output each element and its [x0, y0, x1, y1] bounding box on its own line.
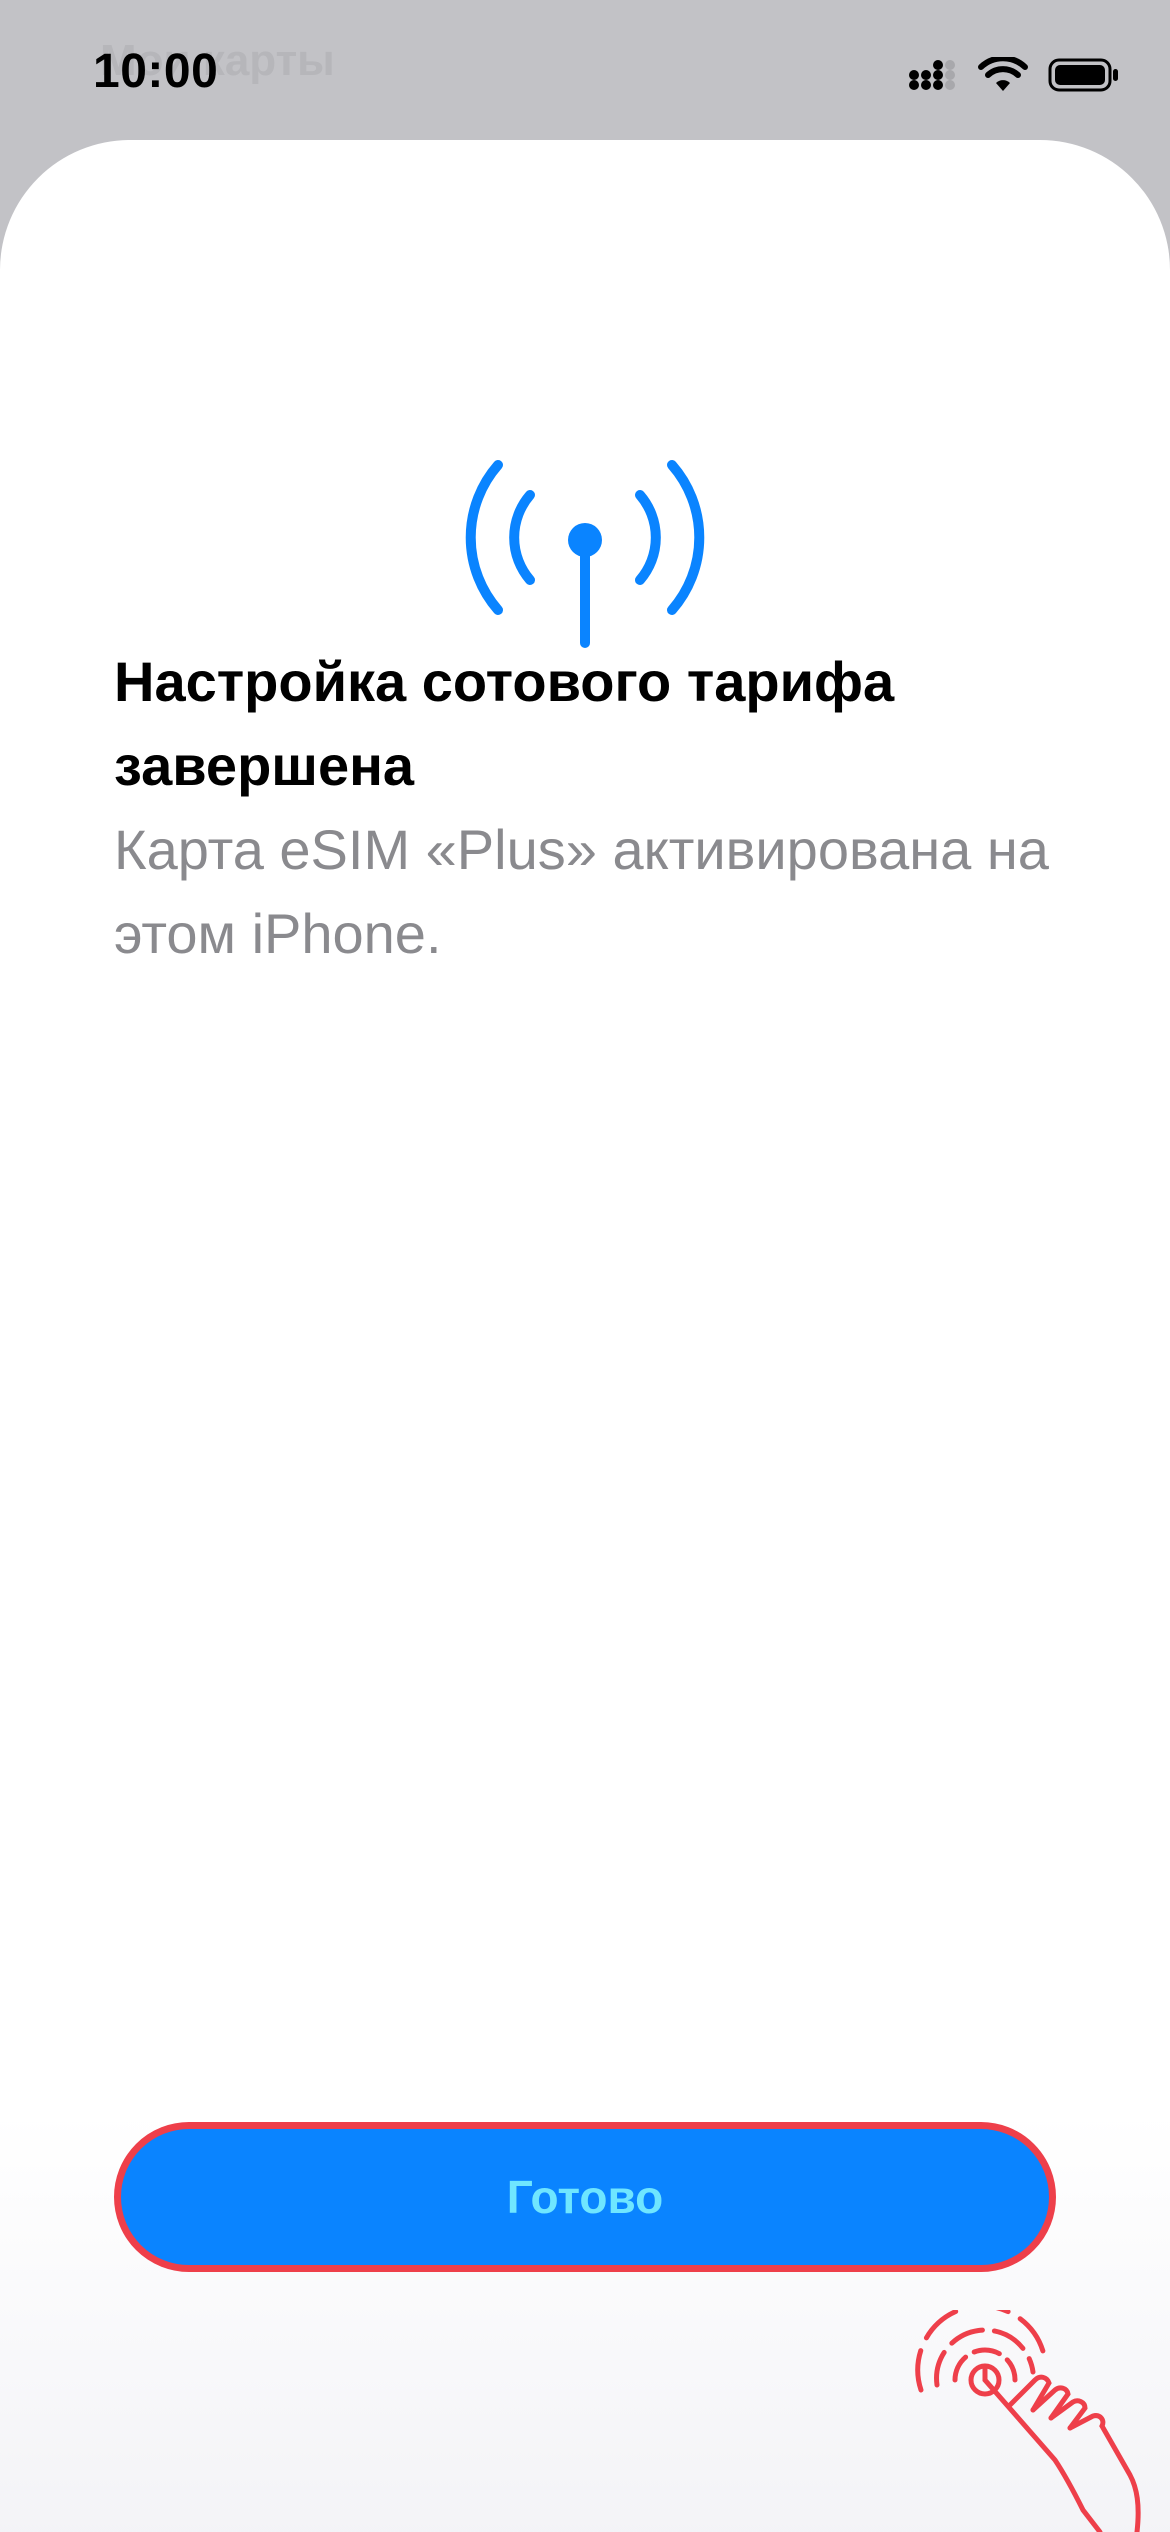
page-title: Настройка сотового тарифа завершена	[114, 650, 895, 797]
done-button-label: Готово	[506, 2171, 664, 2223]
status-bar: Мои карты 10:00	[0, 0, 1170, 140]
battery-icon	[1048, 58, 1118, 92]
cellular-signal-icon	[909, 60, 955, 90]
antenna-signal-icon	[465, 460, 705, 648]
page-subtitle: Карта eSIM «Plus» активирована на этом i…	[114, 818, 1049, 965]
tap-gesture-icon	[915, 2310, 1141, 2532]
wifi-icon	[978, 57, 1028, 91]
done-button[interactable]: Готово	[114, 2122, 1056, 2272]
status-icons	[908, 50, 1120, 100]
status-time: 10:00	[93, 45, 219, 98]
